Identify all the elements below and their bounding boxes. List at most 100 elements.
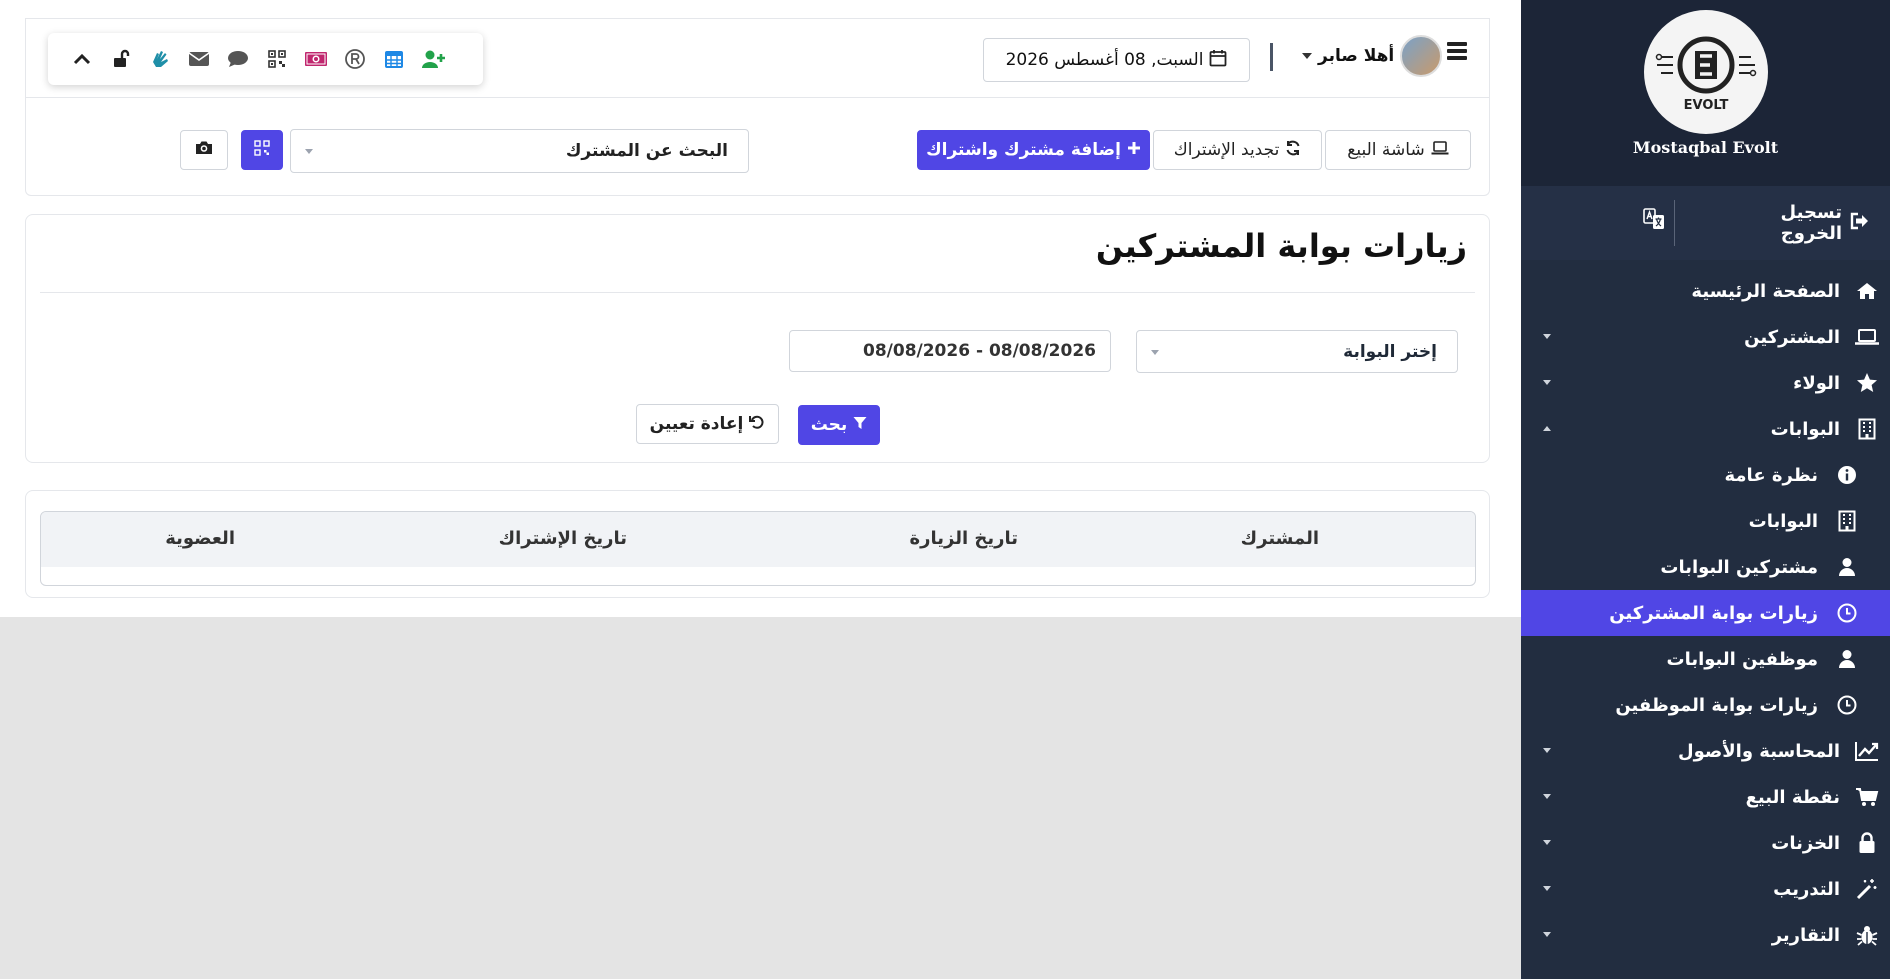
user-icon [1832,649,1862,669]
caret-down-icon [1543,840,1551,845]
add-subscriber-label: إضافة مشترك واشتراك [926,140,1121,160]
magic-wand-icon [1852,878,1882,900]
lock-icon [1852,832,1882,854]
user-plus-icon[interactable] [413,44,452,74]
logout-row: تسجيل الخروج [1521,186,1890,260]
refresh-icon [1285,140,1301,161]
envelope-icon[interactable] [179,44,218,74]
qrcode-icon[interactable] [257,44,296,74]
sidebar-item-label: الولاء [1793,372,1840,394]
sidebar-subitem-label: مشتركين البوابات [1660,556,1818,578]
sidebar-subitem-overview[interactable]: نظرة عامة [1521,452,1890,498]
registered-icon[interactable] [335,44,374,74]
filter-icon [853,415,867,435]
sidebar-item-safes[interactable]: الخزنات [1521,820,1890,866]
sidebar-item-label: المحاسبة والأصول [1677,740,1840,762]
cart-icon [1852,787,1882,807]
sidebar-item-subscribers[interactable]: المشتركين [1521,314,1890,360]
sidebar-item-label: المشتركين [1744,326,1840,348]
sidebar: EVOLT Mostaqbal Evolt تسجيل الخروج الصفح… [1521,0,1890,979]
select-caret-icon [1151,350,1159,355]
current-date: السبت, 08 أغسطس 2026 [1005,50,1204,70]
pos-screen-button[interactable]: شاشة البيع [1325,130,1471,170]
search-button[interactable]: بحث [798,405,880,445]
sidebar-item-home[interactable]: الصفحة الرئيسية [1521,268,1890,314]
clock-icon [1832,695,1862,715]
sidebar-item-loyalty[interactable]: الولاء [1521,360,1890,406]
sidebar-item-label: التدريب [1773,878,1840,900]
unlock-icon[interactable] [101,44,140,74]
caret-down-icon [1543,334,1551,339]
reset-button[interactable]: إعادة تعيين [636,404,779,444]
camera-icon [195,140,213,160]
caret-down-icon [1302,53,1312,59]
avatar[interactable] [1400,35,1443,77]
undo-icon [749,414,765,435]
user-menu[interactable]: أهلا صابر [1302,35,1443,77]
qr-scan-button[interactable] [241,130,283,170]
caret-down-icon [1543,794,1551,799]
calendar-icon[interactable] [374,44,413,74]
sign-language-icon[interactable] [140,44,179,74]
sidebar-subitem-label: موظفين البوابات [1666,648,1819,670]
date-range-input[interactable]: 08/08/2026 - 08/08/2026 [789,330,1111,372]
brand-name: Mostaqbal Evolt [1632,138,1779,157]
title-divider [40,292,1475,293]
clock-icon [1832,603,1862,623]
sidebar-subitem-gate-subscribers[interactable]: مشتركين البوابات [1521,544,1890,590]
date-display: السبت, 08 أغسطس 2026 [983,38,1250,82]
sign-out-icon [1850,212,1870,235]
caret-down-icon [1543,380,1551,385]
money-bill-icon[interactable] [296,44,335,74]
add-subscriber-button[interactable]: إضافة مشترك واشتراك [917,130,1150,170]
chevron-up-icon[interactable] [62,44,101,74]
sidebar-item-label: الصفحة الرئيسية [1691,280,1840,302]
subscriber-search-placeholder: البحث عن المشترك [565,141,728,161]
sidebar-item-label: الخزنات [1771,832,1840,854]
gate-select[interactable]: إختر البوابة [1136,330,1458,373]
sidebar-subitem-gates[interactable]: البوابات [1521,498,1890,544]
sidebar-subitem-label: نظرة عامة [1724,464,1819,486]
laptop-icon [1431,140,1449,160]
quick-access-toolbar [48,33,483,85]
brand-header: EVOLT Mostaqbal Evolt [1521,0,1890,186]
column-visit-date[interactable]: تاريخ الزيارة [909,528,1018,549]
sidebar-item-training[interactable]: التدريب [1521,866,1890,912]
greeting: أهلا صابر [1318,46,1395,66]
subscriber-search-select[interactable]: البحث عن المشترك [290,129,749,173]
select-caret-icon [305,149,313,154]
home-icon [1852,282,1882,300]
renew-subscription-button[interactable]: تجديد الإشتراك [1153,130,1322,170]
sidebar-item-pos[interactable]: نقطة البيع [1521,774,1890,820]
column-membership[interactable]: العضوية [165,528,235,549]
camera-button[interactable] [180,130,228,170]
svg-text:EVOLT: EVOLT [1683,98,1728,113]
logout-button[interactable]: تسجيل الخروج [1738,202,1890,244]
sidebar-subitem-subscriber-visits[interactable]: زيارات بوابة المشتركين [1521,590,1890,636]
chart-line-icon [1852,741,1882,761]
sidebar-item-reports[interactable]: التقارير [1521,912,1890,958]
column-subscription-date[interactable]: تاريخ الإشتراك [499,528,627,549]
sidebar-item-label: نقطة البيع [1745,786,1840,808]
hamburger-menu-icon[interactable] [1447,42,1467,60]
caret-down-icon [1543,932,1551,937]
sidebar-item-label: البوابات [1770,418,1840,440]
pos-screen-label: شاشة البيع [1347,140,1425,160]
sidebar-subitem-gate-employees[interactable]: موظفين البوابات [1521,636,1890,682]
sidebar-item-label: التقارير [1771,924,1840,946]
user-icon [1832,557,1862,577]
sidebar-subitem-employee-visits[interactable]: زيارات بوابة الموظفين [1521,682,1890,728]
sidebar-item-gates[interactable]: البوابات [1521,406,1890,452]
sidebar-item-accounting[interactable]: المحاسبة والأصول [1521,728,1890,774]
sidebar-subitem-label: زيارات بوابة الموظفين [1615,694,1818,716]
table-header: المشترك تاريخ الزيارة تاريخ الإشتراك الع… [41,512,1475,567]
column-subscriber[interactable]: المشترك [1241,528,1319,549]
logout-divider [1674,200,1675,246]
logo[interactable]: EVOLT [1643,10,1768,134]
qrcode-icon [254,139,270,161]
comment-icon[interactable] [218,44,257,74]
bug-icon [1852,924,1882,946]
sidebar-menu: الصفحة الرئيسية المشتركين الولاء البوابا… [1521,260,1890,958]
language-icon[interactable] [1641,208,1665,232]
plus-icon [1127,140,1141,160]
